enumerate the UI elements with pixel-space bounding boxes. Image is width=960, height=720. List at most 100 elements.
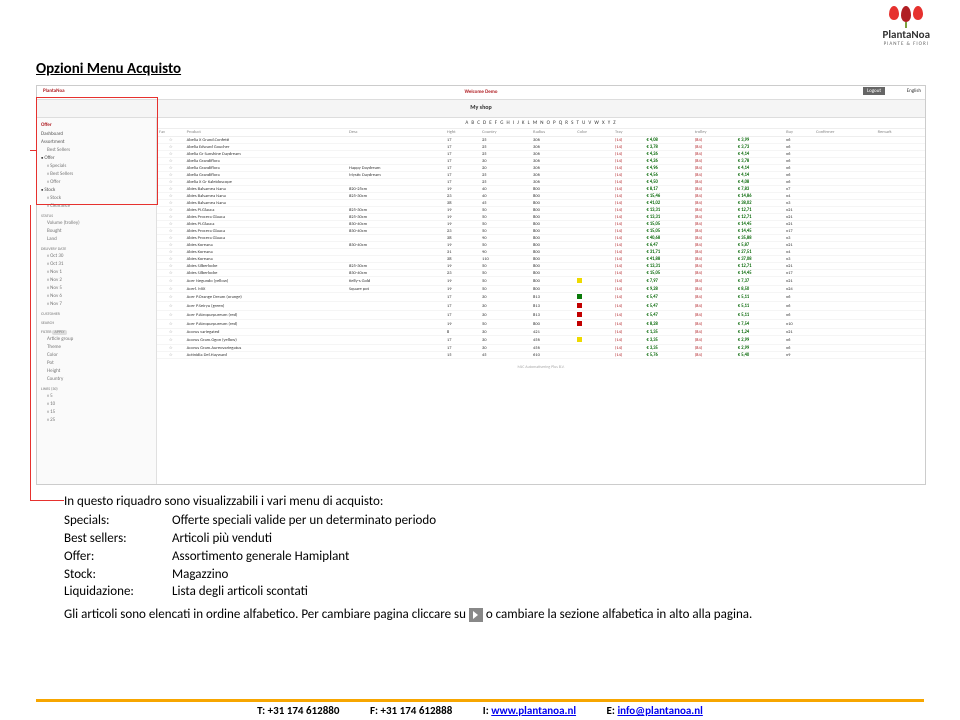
filter-color[interactable]: Color [41, 351, 152, 359]
table-row[interactable]: ☆Acorus Gram.Aureovariegatus1730456(14)€… [157, 345, 925, 352]
table-row[interactable]: ☆Abelia X Grand.Confetti1725306(14)€ 4,0… [157, 137, 925, 144]
definition-line: Offer:Assortimento generale Hamiplant [64, 549, 894, 566]
col-height[interactable]: Hght [445, 129, 480, 137]
table-row[interactable]: ☆Acer Negundo (yellow)Kelly-s Gold195080… [157, 277, 925, 286]
table-row[interactable]: ☆Abies Koreana#30-40cm1950800(14)€ 6,47(… [157, 242, 925, 249]
page-title: Opzioni Menu Acquisto [36, 60, 181, 78]
col-desc[interactable]: Desc [347, 129, 445, 137]
page-footer: T: +31 174 612880 F: +31 174 612888 I: w… [0, 704, 960, 720]
logout-button[interactable]: Logout [863, 87, 885, 95]
delivery-nov7[interactable]: Nov 7 [41, 300, 152, 308]
alphabet-filter[interactable]: A B C D E F G H I J K L M N O P Q R S T … [157, 118, 925, 129]
sidebar-offer[interactable]: Offer [41, 178, 152, 186]
col-color[interactable]: Color [575, 129, 613, 137]
next-page-icon[interactable] [469, 608, 483, 622]
delivery-nov1[interactable]: Nov 1 [41, 268, 152, 276]
footer-email-link[interactable]: info@plantanoa.nl [617, 704, 702, 717]
table-row[interactable]: ☆Abies Koreana3190800(14)€ 31,71(84)€ 27… [157, 249, 925, 256]
table-row[interactable]: ☆Actinidia Del.Hayward1545610(14)€ 5,76(… [157, 352, 925, 359]
connector-h1 [30, 150, 36, 151]
delivery-oct31[interactable]: Oct 31 [41, 260, 152, 268]
lines-15[interactable]: 15 [41, 408, 152, 416]
logo-tagline: PIANTE & FIORI [884, 41, 929, 47]
lines-25[interactable]: 25 [41, 416, 152, 424]
filter-pot[interactable]: Pot [41, 359, 152, 367]
table-row[interactable]: ☆Abies Balsamea Nana3845800(14)€ 41,02(8… [157, 200, 925, 207]
table-row[interactable]: ☆Acer P.Orange Dream (orange)1730813(14)… [157, 293, 925, 302]
table-row[interactable]: ☆Abies Silberlocke#30-40cm2350800(14)€ 1… [157, 270, 925, 277]
orange-separator [36, 699, 924, 702]
col-buy[interactable]: Buy [784, 129, 814, 137]
footer-i-label: I: [483, 704, 491, 717]
table-row[interactable]: ☆Abelia GrandifloraHappy Daydream1720306… [157, 165, 925, 172]
footer-e-label: E: [607, 704, 618, 717]
delivery-nov5[interactable]: Nov 5 [41, 284, 152, 292]
table-row[interactable]: ☆Abelia GrandifloraMystic Daydream172530… [157, 172, 925, 179]
table-row[interactable]: ☆Abies Silberlocke#25-30cm1950800(14)€ 1… [157, 263, 925, 270]
table-row[interactable]: ☆Abelia Gr Sunshine Daydream1725306(14)€… [157, 151, 925, 158]
delivery-oct30[interactable]: Oct 30 [41, 252, 152, 260]
app-logo: PlantaNoa [43, 88, 65, 94]
definition-line: Stock:Magazzino [64, 567, 894, 584]
table-row[interactable]: ☆Abelia Grandiflora1730306(14)€ 4,26(84)… [157, 158, 925, 165]
description-block: In questo riquadro sono visualizzabili i… [64, 494, 894, 624]
main-content: A B C D E F G H I J K L M N O P Q R S T … [157, 118, 925, 485]
intro-text: In questo riquadro sono visualizzabili i… [64, 494, 894, 511]
logo-text: PlantaNoa [882, 28, 930, 41]
language-selector[interactable]: English [907, 88, 921, 94]
table-row[interactable]: ☆Abelia X Gr Kaleidoscope1725306(14)€ 4,… [157, 179, 925, 186]
delivery-nov2[interactable]: Nov 2 [41, 276, 152, 284]
sidebar-bestsellers[interactable]: Best Sellers [41, 146, 152, 154]
col-product[interactable]: Product [185, 129, 347, 137]
table-row[interactable]: ☆Abies Balsamea Nana#25-30cm2340800(14)€… [157, 193, 925, 200]
col-radius[interactable]: Radius [531, 129, 575, 137]
table-row[interactable]: ☆Acer P.Atropurpureum (red)1730813(14)€ … [157, 311, 925, 320]
sidebar-assortment[interactable]: Assortment [41, 138, 152, 146]
table-row[interactable]: ☆Acer P.Atropurpureum (red)1950800(14)€ … [157, 320, 925, 329]
sidebar-bestsellers2[interactable]: Best Sellers [41, 170, 152, 178]
delivery-nov6[interactable]: Nov 6 [41, 292, 152, 300]
table-row[interactable]: ☆Acorus variegated830421(14)€ 1,35(84)€ … [157, 329, 925, 336]
filter-height[interactable]: Height [41, 367, 152, 375]
table-row[interactable]: ☆Abies Koreana38110800(14)€ 41,88(84)€ 3… [157, 256, 925, 263]
sidebar-clearance[interactable]: Clearance [41, 202, 152, 210]
sidebar-specials[interactable]: Specials [41, 162, 152, 170]
table-row[interactable]: ☆Abies Balsamea Nana#20-25cm1940800(14)€… [157, 186, 925, 193]
table-row[interactable]: ☆Acorus Gram.Ogon (yellow)1730456(14)€ 3… [157, 336, 925, 345]
table-row[interactable]: ☆Acer P.Seiryu (green)1730813(14)€ 5,47(… [157, 302, 925, 311]
app-topbar: PlantaNoa Welcome Demo Logout English [37, 86, 925, 100]
filter-country[interactable]: Country [41, 375, 152, 383]
lines-10[interactable]: 10 [41, 400, 152, 408]
table-row[interactable]: ☆Acerl. MiXSquare pot1950800(14)€ 9,28(8… [157, 286, 925, 293]
filter-theme[interactable]: Theme [41, 343, 152, 351]
app-header: My shop [37, 100, 925, 118]
footer-tel: T: +31 174 612880 [257, 704, 339, 717]
sidebar-bought: Bought [41, 227, 152, 235]
lines-5[interactable]: 5 [41, 392, 152, 400]
table-row[interactable]: ☆Abies Procera Glauca3890800(14)€ 40,68(… [157, 235, 925, 242]
filter-article-group[interactable]: Article group [41, 335, 152, 343]
sidebar-stock[interactable]: Stock [41, 194, 152, 202]
table-row[interactable]: ☆Abies Procera Glauca#25-30cm1950800(14)… [157, 214, 925, 221]
footer-fax: F: +31 174 612888 [370, 704, 452, 717]
sidebar-stock-group[interactable]: Stock [41, 186, 152, 194]
sidebar-land: Land [41, 235, 152, 243]
footer-website-link[interactable]: www.plantanoa.nl [491, 704, 576, 717]
sidebar-offer-group[interactable]: Offer [41, 154, 152, 162]
col-tray[interactable]: Tray [613, 129, 645, 137]
sidebar-dashboard[interactable]: Dashboard [41, 130, 152, 138]
table-row[interactable]: ☆Abies Pi.Glauca#25-30cm1950800(14)€ 13,… [157, 207, 925, 214]
col-remark[interactable]: Remark [876, 129, 925, 137]
definition-line: Best sellers:Articoli più venduti [64, 531, 894, 548]
col-trolley[interactable]: trolley [693, 129, 736, 137]
table-row[interactable]: ☆Abelia Edward Goucher1725306(14)€ 3,78(… [157, 144, 925, 151]
col-confirmer[interactable]: Confirmer [814, 129, 876, 137]
offer-label: Offer [41, 122, 152, 128]
apply-button[interactable]: Apply [52, 330, 66, 335]
table-row[interactable]: ☆Abies Procera Glauca#30-40cm2350800(14)… [157, 228, 925, 235]
table-row[interactable]: ☆Abies Pi.Glauca#30-40cm1950800(14)€ 15,… [157, 221, 925, 228]
sentence: Gli articoli sono elencati in ordine alf… [64, 607, 894, 624]
col-country[interactable]: Country [480, 129, 531, 137]
welcome-text: Welcome Demo [465, 89, 498, 95]
col-fav[interactable]: Fav [157, 129, 185, 137]
